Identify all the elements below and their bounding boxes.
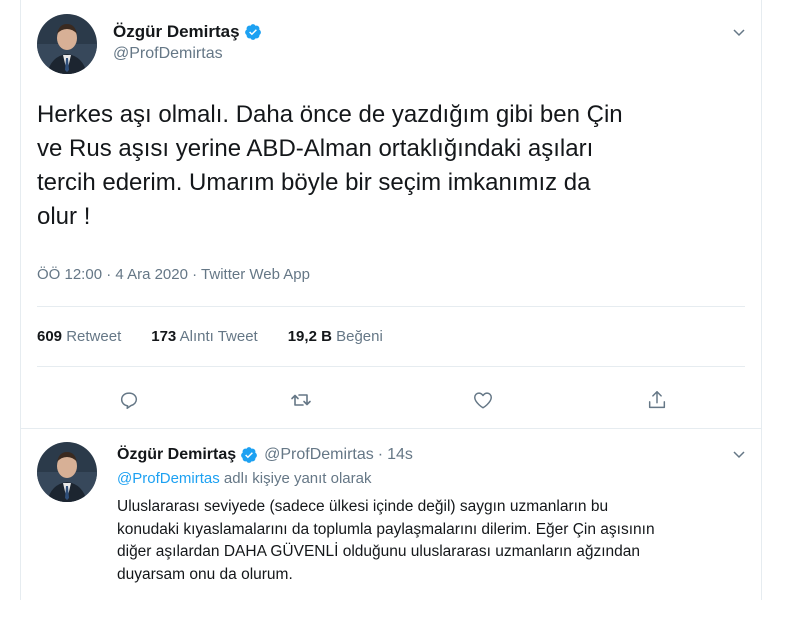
- author-handle[interactable]: @ProfDemirtas: [113, 45, 223, 63]
- share-icon: [648, 391, 666, 409]
- verified-badge-icon: [241, 447, 258, 463]
- quotes-stat[interactable]: 173 Alıntı Tweet: [151, 328, 257, 345]
- avatar[interactable]: [37, 14, 97, 74]
- quotes-count: 173: [151, 328, 177, 345]
- reply-text-line: diğer aşılardan DAHA GÜVENLİ olduğunu ul…: [117, 543, 640, 560]
- tweet-source[interactable]: Twitter Web App: [201, 266, 310, 283]
- meta-separator: ·: [377, 446, 384, 463]
- meta-separator: ·: [192, 266, 198, 283]
- replying-mention[interactable]: @ProfDemirtas: [117, 470, 220, 487]
- reply-button[interactable]: [113, 384, 145, 416]
- tweet-meta: ÖÖ 12:00 · 4 Ara 2020 · Twitter Web App: [37, 266, 310, 283]
- tweet-date[interactable]: 4 Ara 2020: [115, 266, 188, 283]
- author-name[interactable]: Özgür Demirtaş: [113, 22, 240, 42]
- replying-to: @ProfDemirtas adlı kişiye yanıt olarak: [117, 470, 372, 487]
- quotes-label: Alıntı Tweet: [179, 328, 258, 345]
- divider: [21, 428, 761, 429]
- reply-age[interactable]: 14s: [387, 446, 413, 464]
- heart-icon: [474, 392, 492, 409]
- action-bar: [21, 384, 761, 416]
- retweet-icon: [291, 394, 311, 406]
- reply-author-name[interactable]: Özgür Demirtaş: [117, 446, 236, 464]
- reply-text-line: Uluslararası seviyede (sadece ülkesi içi…: [117, 498, 609, 515]
- verified-badge-icon: [244, 24, 261, 40]
- reply-icon: [120, 392, 138, 409]
- likes-stat[interactable]: 19,2 B Beğeni: [288, 328, 383, 345]
- divider: [37, 366, 745, 367]
- retweet-button[interactable]: [285, 384, 317, 416]
- tweet-text: Herkes aşı olmalı. Daha önce de yazdığım…: [37, 98, 737, 234]
- tweet-text-line: Herkes aşı olmalı. Daha önce de yazdığım…: [37, 101, 623, 128]
- chevron-down-icon[interactable]: [731, 24, 747, 40]
- like-button[interactable]: [467, 384, 499, 416]
- reply-text-line: konudaki kıyaslamalarını da toplumla pay…: [117, 520, 655, 538]
- reply-text: Uluslararası seviyede (sadece ülkesi içi…: [117, 496, 757, 586]
- tweet-text-line: ve Rus aşısı yerine ABD-Alman ortaklığın…: [37, 135, 594, 162]
- avatar-image: [37, 14, 97, 74]
- reply-author-handle[interactable]: @ProfDemirtas: [264, 446, 374, 464]
- chevron-down-icon[interactable]: [731, 446, 747, 462]
- likes-count: 19,2 B: [287, 328, 332, 345]
- avatar-image: [37, 442, 97, 502]
- author-row: Özgür Demirtaş: [113, 22, 262, 42]
- retweets-stat[interactable]: 609 Retweet: [37, 328, 121, 345]
- tweet-text-line: olur !: [37, 203, 91, 230]
- tweet-text-line: tercih ederim. Umarım böyle bir seçim im…: [37, 169, 591, 196]
- replying-suffix: adlı kişiye yanıt olarak: [223, 470, 372, 487]
- divider: [37, 306, 745, 307]
- retweets-count: 609: [37, 328, 63, 345]
- retweets-label: Retweet: [66, 328, 122, 345]
- share-button[interactable]: [641, 384, 673, 416]
- reply-author-row: Özgür Demirtaş @ProfDemirtas · 14s: [117, 446, 413, 464]
- tweet-stats: 609 Retweet 173 Alıntı Tweet 19,2 B Beğe…: [37, 328, 413, 345]
- tweet-card: Özgür Demirtaş @ProfDemirtas Herkes aşı …: [20, 0, 762, 600]
- tweet-time[interactable]: ÖÖ 12:00: [37, 266, 102, 283]
- reply-text-line: duyarsam onu da olurum.: [117, 565, 293, 583]
- meta-separator: ·: [106, 266, 112, 283]
- avatar[interactable]: [37, 442, 97, 502]
- likes-label: Beğeni: [336, 328, 383, 345]
